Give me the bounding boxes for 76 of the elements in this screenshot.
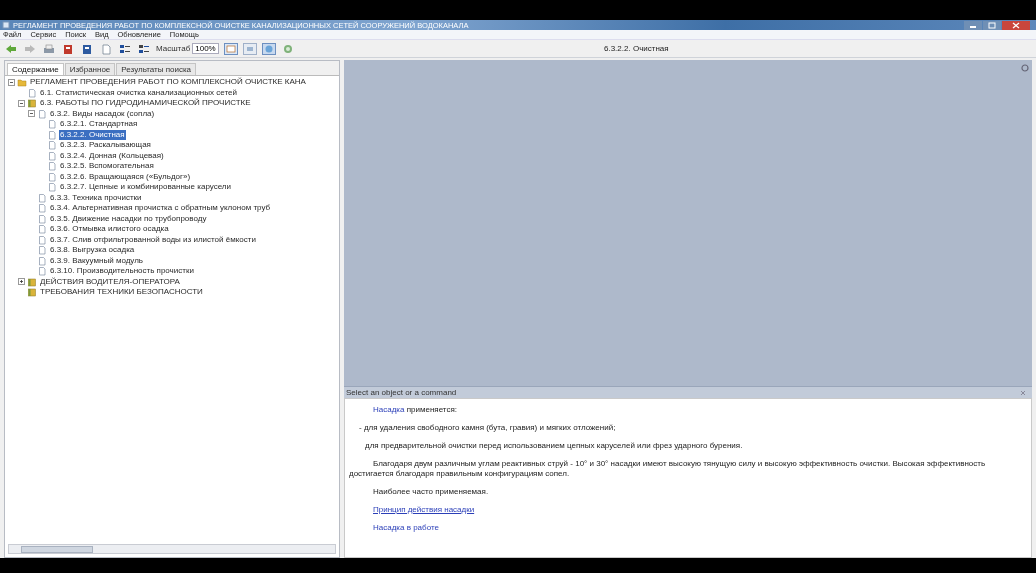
tree-item[interactable]: 6.3.4. Альтернативная прочистка с обратным уклоном труб bbox=[49, 203, 272, 214]
tree-item[interactable]: РЕГЛАМЕНТ ПРОВЕДЕНИЯ РАБОТ ПО КОМПЛЕКСНОЙ ОЧИСТКЕ КАНА bbox=[29, 77, 307, 88]
folder-icon bbox=[17, 77, 27, 88]
close-button[interactable] bbox=[1002, 20, 1030, 30]
grid-button[interactable] bbox=[242, 42, 257, 55]
page-icon bbox=[37, 245, 47, 256]
page-icon bbox=[47, 140, 57, 151]
tree-item[interactable]: 6.3.9. Вакуумный модуль bbox=[49, 255, 144, 266]
tree-item[interactable]: 6.3.6. Отмывка илистого осадка bbox=[49, 224, 170, 235]
sidebar-tab[interactable]: Содержание bbox=[7, 63, 64, 75]
tree-item[interactable]: 6.3.2.6. Вращающаяся («Бульдог») bbox=[59, 171, 192, 182]
book-icon bbox=[27, 98, 37, 109]
page-icon bbox=[37, 234, 47, 245]
tree-item[interactable]: 6.3.2.7. Цепные и комбинированные карусели bbox=[59, 182, 232, 193]
tree-item[interactable]: 6.3.5. Движение насадки по трубопроводу bbox=[49, 213, 208, 224]
maximize-button[interactable] bbox=[983, 20, 1001, 30]
page-icon bbox=[37, 192, 47, 203]
layout-button[interactable] bbox=[223, 42, 238, 55]
topic-link[interactable]: Насадка bbox=[373, 405, 405, 414]
paragraph-text: для предварительной очистки перед использованием цепных каруселей или фрез ударного бурения. bbox=[364, 441, 744, 451]
minimize-button[interactable] bbox=[964, 20, 982, 30]
page-icon[interactable] bbox=[99, 42, 113, 55]
collapse-icon[interactable] bbox=[8, 78, 15, 86]
page-icon bbox=[37, 213, 47, 224]
zoom-label: Масштаб bbox=[156, 44, 191, 53]
expand-icon[interactable] bbox=[18, 278, 25, 286]
tree-item[interactable]: 6.3.2.4. Донная (Кольцевая) bbox=[59, 150, 165, 161]
status-text: Select an object or a command bbox=[346, 388, 457, 397]
page-icon bbox=[37, 108, 47, 119]
tree-item[interactable]: 6.3. РАБОТЫ ПО ГИДРОДИНАМИЧЕСКОЙ ПРОЧИСТКЕ bbox=[39, 98, 252, 109]
page-icon bbox=[37, 255, 47, 266]
tree-item[interactable]: 6.3.8. Выгрузка осадка bbox=[49, 245, 136, 256]
page-icon bbox=[47, 161, 57, 172]
tree-item[interactable]: ТРЕБОВАНИЯ ТЕХНИКИ БЕЗОПАСНОСТИ bbox=[39, 287, 204, 298]
list-icon[interactable] bbox=[118, 42, 132, 55]
paragraph-text: - для удаления свободного камня (бута, гравия) и мягких отложений; bbox=[358, 423, 617, 433]
sidebar-tab[interactable]: Результаты поиска bbox=[116, 63, 197, 75]
tree-item[interactable]: 6.3.3. Техника прочистки bbox=[49, 192, 143, 203]
close-icon[interactable] bbox=[1020, 389, 1026, 396]
tree-item[interactable]: 6.3.2.2. Очистная bbox=[59, 129, 126, 140]
forward-icon[interactable] bbox=[23, 42, 37, 55]
tree-item[interactable]: 6.3.7. Слив отфильтрованной воды из илистой ёмкости bbox=[49, 234, 257, 245]
topic-title: 6.3.2.2. Очистная bbox=[604, 44, 669, 53]
page-icon bbox=[47, 182, 57, 193]
collapse-icon[interactable] bbox=[28, 110, 35, 118]
page-icon bbox=[47, 171, 57, 182]
book-icon bbox=[27, 287, 37, 298]
printer-icon[interactable] bbox=[42, 42, 56, 55]
topic-link[interactable]: Принцип действия насадки bbox=[373, 505, 475, 514]
page-icon bbox=[37, 203, 47, 214]
list-icon[interactable] bbox=[137, 42, 151, 55]
book-icon[interactable] bbox=[61, 42, 75, 55]
tree-item[interactable]: 6.3.10. Производительность прочистки bbox=[49, 266, 195, 277]
page-icon bbox=[47, 119, 57, 130]
tree-item[interactable]: 6.3.2.3. Раскалывающая bbox=[59, 140, 152, 151]
back-icon[interactable] bbox=[4, 42, 18, 55]
sidebar-tab[interactable]: Избранное bbox=[64, 63, 116, 75]
book-icon bbox=[27, 276, 37, 287]
tree-item[interactable]: ДЕЙСТВИЯ ВОДИТЕЛЯ-ОПЕРАТОРА bbox=[39, 276, 181, 287]
page-icon bbox=[37, 224, 47, 235]
paragraph-text: Благодаря двум различным углам реактивных струй - 10° и 30° насадки имеют высокую тянущую силу и высокую эффективность очистки. Высокая эффективность достигается благодаря правильным конфигурациям сопел. bbox=[349, 459, 987, 479]
paragraph-text: Наиболее часто применяемая. bbox=[372, 487, 490, 497]
tree-item[interactable]: 6.3.2.5. Вспомогательная bbox=[59, 161, 155, 172]
page-icon bbox=[47, 129, 57, 140]
collapse-icon[interactable] bbox=[18, 99, 25, 107]
horizontal-scrollbar[interactable] bbox=[8, 544, 336, 554]
paragraph-text: Насадка применяется: bbox=[372, 405, 458, 415]
topic-link[interactable]: Насадка в работе bbox=[373, 523, 439, 532]
tree-item[interactable]: 6.3.2.1. Стандартная bbox=[59, 119, 139, 130]
book-icon[interactable] bbox=[80, 42, 94, 55]
page-icon bbox=[47, 150, 57, 161]
tree-item[interactable]: 6.3.2. Виды насадок (сопла) bbox=[49, 108, 156, 119]
tree-item[interactable]: 6.1. Статистическая очистка канализационных сетей bbox=[39, 87, 238, 98]
zoom-field[interactable]: 100% bbox=[192, 43, 219, 54]
page-icon bbox=[27, 87, 37, 98]
page-icon bbox=[37, 266, 47, 277]
